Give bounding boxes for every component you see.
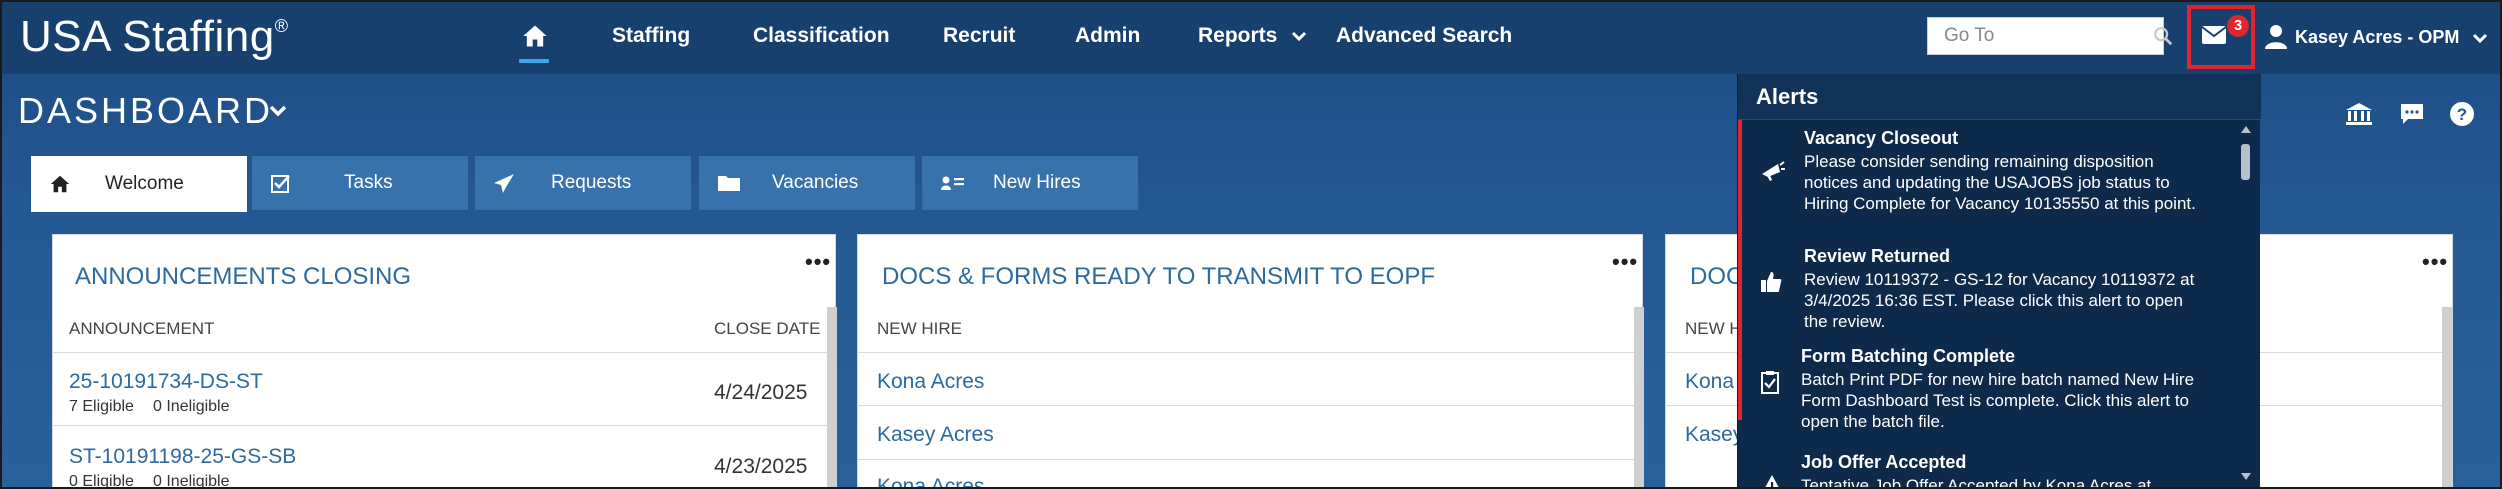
nav-advanced-search[interactable]: Advanced Search [1336,24,1512,48]
envelope-icon [2201,26,2227,44]
search-icon[interactable] [2152,25,2174,47]
alert-body: Tentative Job Offer Accepted by Kona Acr… [1801,476,2152,489]
folder-icon [718,176,740,191]
divider [858,405,1634,406]
alert-body: Batch Print PDF for new hire batch named… [1801,370,2195,431]
scrollbar[interactable] [1634,307,1644,487]
divider [858,459,1634,460]
top-navigation-bar: USA Staffing® Staffing Classification Re… [2,2,2500,74]
nav-staffing[interactable]: Staffing [612,24,690,48]
scrollbar[interactable] [827,307,837,487]
new-hire-link[interactable]: Kasey Acres [877,423,994,447]
scrollbar[interactable] [2442,307,2452,487]
chat-icon[interactable] [2399,102,2425,126]
alert-title: Job Offer Accepted [1801,452,1967,472]
panel-title: DOC [1690,263,1744,290]
column-header-announcement[interactable]: ANNOUNCEMENT [69,319,214,339]
divider [858,352,1634,353]
column-header-close-date[interactable]: CLOSE DATE [714,319,820,339]
alerts-list: Vacancy Closeout Please consider sending… [1738,120,2261,489]
nav-classification[interactable]: Classification [753,24,890,48]
goto-search-input[interactable] [1927,17,2164,55]
home-icon [50,175,70,193]
close-date: 4/24/2025 [714,381,808,404]
divider [53,352,829,353]
new-hire-link[interactable]: Kona Acres [877,370,984,394]
ineligible-count: 0 Ineligible [153,473,230,489]
alerts-title: Alerts [1756,84,1819,109]
app-window: USA Staffing® Staffing Classification Re… [0,0,2502,489]
chevron-down-icon[interactable] [2472,32,2488,44]
alert-title: Form Batching Complete [1801,346,2016,366]
new-hire-link[interactable]: Kona [1685,370,1734,394]
alerts-scroll-thumb[interactable] [2241,144,2250,180]
alert-title: Review Returned [1804,246,1951,266]
alert-body: Review 10119372 - GS-12 for Vacancy 1011… [1804,270,2195,331]
megaphone-icon [1762,161,1785,181]
column-header-new-hire[interactable]: NEW HIRE [877,319,962,339]
tab-new-hires-label: New Hires [993,172,1081,193]
tab-welcome-label: Welcome [105,173,184,194]
usa-staffing-logo[interactable]: USA Staffing® [20,12,288,62]
home-icon[interactable] [521,22,549,50]
divider [53,425,829,426]
help-icon[interactable]: ? [2449,101,2475,127]
nav-admin[interactable]: Admin [1075,24,1140,48]
nav-reports[interactable]: Reports [1198,24,1307,48]
tab-vacancies-label: Vacancies [772,172,859,193]
page-title[interactable]: DASHBOARD [18,90,273,132]
alert-item[interactable]: Job Offer Accepted Tentative Job Offer A… [1738,452,2243,489]
more-options-icon[interactable]: ••• [1612,249,1638,275]
scroll-up-icon[interactable] [2240,124,2252,134]
notification-count-badge: 3 [2227,15,2249,37]
alert-item[interactable]: Form Batching Complete Batch Print PDF f… [1738,346,2243,450]
more-options-icon[interactable]: ••• [805,249,831,275]
tab-welcome[interactable]: Welcome [31,156,247,212]
panel-title: ANNOUNCEMENTS CLOSING [75,263,412,290]
nav-active-indicator [519,59,549,63]
clipboard-check-icon [1761,371,1779,394]
scroll-down-icon[interactable] [2240,472,2252,482]
tab-new-hires[interactable]: New Hires [922,156,1138,210]
thumbs-up-icon [1761,272,1782,292]
tab-vacancies[interactable]: Vacancies [699,156,915,210]
user-menu-name[interactable]: Kasey Acres - OPM [2295,27,2459,48]
nav-recruit[interactable]: Recruit [943,24,1015,48]
nav-reports-label: Reports [1198,24,1278,47]
tab-tasks[interactable]: Tasks [252,156,468,210]
eligible-count: 0 Eligible [69,473,134,489]
notifications-button[interactable]: 3 [2187,5,2255,69]
more-options-icon[interactable]: ••• [2422,249,2448,275]
tab-tasks-label: Tasks [344,172,393,193]
column-header-new-hire[interactable]: NEW H [1685,319,1742,339]
user-icon [2265,25,2287,49]
eligible-count: 7 Eligible [69,398,134,415]
alert-body: Please consider sending remaining dispos… [1804,152,2196,213]
tab-requests[interactable]: Requests [475,156,691,210]
new-hire-link[interactable]: Kasey [1685,423,1743,447]
docs-forms-panel: DOCS & FORMS READY TO TRANSMIT TO EOPF •… [857,234,1644,487]
warning-icon [1765,475,1779,487]
tab-requests-label: Requests [551,172,632,193]
announcement-link[interactable]: 25-10191734-DS-ST [69,370,263,394]
alerts-dropdown: Alerts Vacancy Closeout Please consider … [1737,74,2261,489]
checkbox-icon [271,175,290,193]
panel-title: DOCS & FORMS READY TO TRANSMIT TO EOPF [882,263,1435,290]
alert-title: Vacancy Closeout [1804,128,1959,148]
alert-item[interactable]: Review Returned Review 10119372 - GS-12 … [1738,246,2243,346]
announcements-closing-panel: ANNOUNCEMENTS CLOSING ••• ANNOUNCEMENT C… [52,234,837,489]
paper-plane-icon [494,174,514,193]
id-card-icon [941,176,964,190]
bank-icon[interactable] [2345,102,2373,126]
alert-item[interactable]: Vacancy Closeout Please consider sending… [1738,128,2243,232]
chevron-down-icon[interactable] [268,104,288,118]
ineligible-count: 0 Ineligible [153,398,230,415]
chevron-down-icon [1292,32,1307,42]
alerts-header: Alerts [1738,74,2261,120]
new-hire-link[interactable]: Kona Acres [877,475,984,487]
svg-text:?: ? [2457,105,2467,124]
close-date: 4/23/2025 [714,455,808,478]
announcement-link[interactable]: ST-10191198-25-GS-SB [69,445,296,469]
